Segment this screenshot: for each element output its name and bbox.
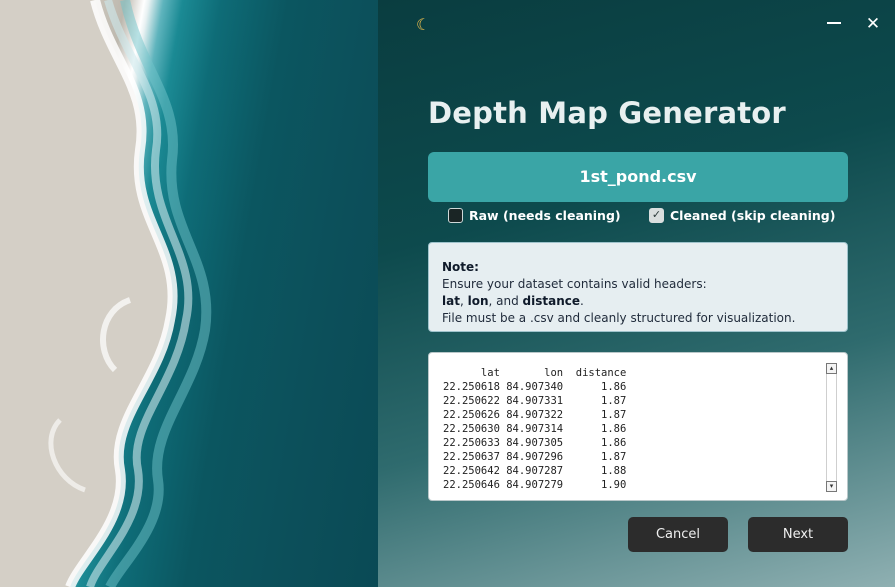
dialog-panel: ☾ ✕ Depth Map Generator 1st_pond.csv Raw… [378,0,895,587]
note-line-1: Ensure your dataset contains valid heade… [442,277,707,291]
raw-option-label: Raw (needs cleaning) [469,208,621,223]
data-preview: lat lon distance 22.250618 84.907340 1.8… [428,352,848,501]
cleaned-option-label: Cleaned (skip cleaning) [670,208,836,223]
minimize-icon[interactable] [822,12,846,36]
preview-scrollbar[interactable]: ▴ ▾ [826,363,837,492]
cancel-button[interactable]: Cancel [628,517,728,552]
cleaned-checkbox[interactable]: ✓ [649,208,664,223]
ocean-shore-image [0,0,378,587]
close-icon[interactable]: ✕ [861,12,885,36]
scroll-up-icon[interactable]: ▴ [826,363,837,374]
select-file-button[interactable]: 1st_pond.csv [428,152,848,202]
note-heading: Note: [442,260,479,274]
cleaned-option[interactable]: ✓ Cleaned (skip cleaning) [649,208,835,223]
note-line-3: File must be a .csv and cleanly structur… [442,311,796,325]
next-button[interactable]: Next [748,517,848,552]
note-line-2: lat, lon, and distance. [442,294,584,308]
preview-text: lat lon distance 22.250618 84.907340 1.8… [443,367,627,491]
raw-option[interactable]: Raw (needs cleaning) [448,208,621,223]
raw-checkbox[interactable] [448,208,463,223]
scroll-down-icon[interactable]: ▾ [826,481,837,492]
preview-header: lat lon distance [443,367,627,379]
page-title: Depth Map Generator [428,96,786,130]
moon-icon: ☾ [416,15,431,34]
note-box: Note: Ensure your dataset contains valid… [428,242,848,332]
